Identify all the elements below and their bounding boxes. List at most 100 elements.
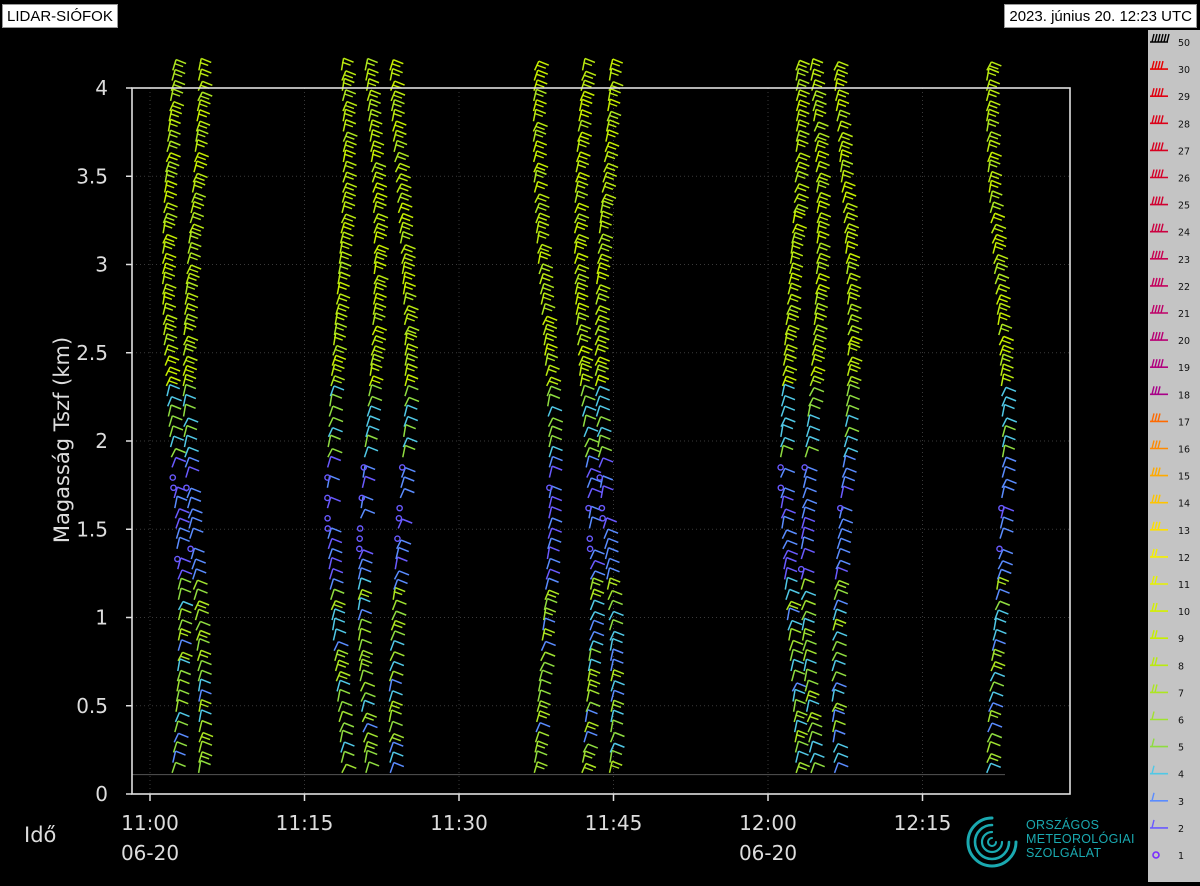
wind-barb-shaft (832, 743, 839, 753)
wind-barb-shaft (589, 631, 595, 641)
wind-barb-shaft (581, 750, 586, 763)
wind-barb (401, 261, 416, 275)
wind-barb-flag (578, 213, 590, 219)
wind-barb-flag (179, 632, 189, 637)
speed-legend-item: 12 (1150, 548, 1190, 564)
speed-legend-flag (1151, 738, 1155, 747)
wind-barb-shaft (832, 608, 838, 621)
wind-barb-shaft (328, 568, 334, 580)
wind-barb-shaft (833, 589, 839, 600)
wind-barb (186, 264, 202, 275)
wind-barb-shaft (609, 648, 614, 661)
wind-barb-flag (816, 125, 826, 130)
wind-barb-flag (537, 121, 548, 128)
wind-barb-flag (376, 182, 388, 188)
wind-barb (192, 568, 207, 580)
wind-barb-flag (536, 750, 548, 756)
wind-barb-flag (785, 348, 795, 353)
wind-barb (805, 690, 820, 702)
wind-barb (581, 57, 596, 71)
wind-barb-shaft (174, 712, 181, 723)
wind-barb (787, 619, 803, 631)
wind-barb-flag (360, 627, 372, 634)
wind-barb-flag (590, 658, 602, 664)
wind-barb (373, 282, 387, 295)
wind-barb-flag (836, 73, 846, 78)
wind-barb-flag (551, 406, 563, 412)
wind-barb (398, 464, 406, 471)
wind-barb (174, 508, 190, 519)
wind-barb (804, 679, 819, 692)
wind-barb-flag (535, 144, 545, 149)
speed-legend-flag (1154, 250, 1158, 259)
wind-barb-flag (991, 61, 1002, 67)
speed-legend-flag (1160, 115, 1164, 124)
speed-legend-flag (1160, 33, 1164, 43)
wind-barb-shaft (163, 344, 169, 356)
wind-barb-flag (1002, 548, 1014, 555)
wind-barb-shaft (574, 190, 579, 203)
wind-barb (1001, 485, 1015, 499)
wind-barb-flag (589, 679, 601, 685)
wind-barb-flag (814, 752, 825, 759)
wind-barb-flag (545, 319, 555, 324)
wind-barb-flag (787, 576, 798, 583)
wind-barb-flag (540, 247, 550, 253)
wind-barb-flag (820, 191, 831, 198)
wind-barb-shaft (196, 638, 201, 651)
wind-barb-flag (580, 135, 589, 140)
wind-barb (831, 709, 846, 723)
wind-barb-flag (201, 719, 213, 726)
speed-legend-item: 20 (1150, 331, 1190, 347)
wind-barb-flag (337, 312, 348, 318)
wind-barb (535, 220, 550, 234)
wind-barb-shaft (193, 160, 198, 173)
wind-barb-flag (608, 581, 618, 586)
wind-barb-flag (344, 74, 354, 79)
wind-barb-flag (344, 144, 354, 149)
wind-barb-flag (405, 244, 416, 250)
wind-barb-flag (598, 335, 610, 341)
wind-barb (536, 700, 551, 712)
wind-barb-flag (179, 517, 190, 523)
wind-barb-flag (793, 235, 803, 241)
wind-barb-flag (392, 103, 402, 108)
wind-barb-flag (166, 333, 178, 339)
wind-barb (341, 201, 356, 214)
wind-barb-flag (376, 292, 387, 298)
wind-barb-flag (604, 197, 614, 202)
wind-barb-flag (987, 112, 997, 118)
wind-barb (794, 740, 809, 753)
wind-barb-shaft (330, 364, 336, 376)
wind-barb-flag (375, 261, 387, 267)
wind-barb-flag (598, 309, 608, 314)
wind-barb (547, 517, 563, 529)
wind-barb-flag (1006, 417, 1018, 423)
speed-legend-label: 19 (1178, 363, 1190, 374)
wind-barb-flag (406, 378, 416, 383)
wind-barb-flag (536, 73, 546, 78)
wind-barb-flag (169, 383, 181, 390)
wind-barb-flag (338, 303, 350, 309)
wind-barb (794, 161, 810, 173)
wind-barb (331, 617, 346, 631)
wind-barb-flag (1004, 444, 1016, 450)
wind-barb-shaft (795, 750, 800, 763)
wind-barb (595, 292, 610, 305)
wind-barb (781, 529, 797, 539)
wind-barb-flag (819, 220, 830, 227)
wind-barb-flag (592, 640, 604, 646)
wind-barb-flag (795, 698, 806, 705)
wind-barb-shaft (342, 171, 348, 183)
wind-barb-flag (544, 617, 556, 623)
wind-barb-flag (335, 628, 347, 634)
wind-barb-flag (544, 303, 556, 309)
wind-barb-flag (806, 486, 817, 493)
wind-barb-flag (337, 307, 347, 312)
wind-barb (836, 109, 851, 122)
wind-barb (161, 252, 177, 265)
wind-barb-flag (787, 549, 799, 556)
wind-barb-shaft (403, 292, 408, 305)
wind-barb-flag (549, 546, 560, 552)
wind-barb-shaft (834, 78, 838, 91)
